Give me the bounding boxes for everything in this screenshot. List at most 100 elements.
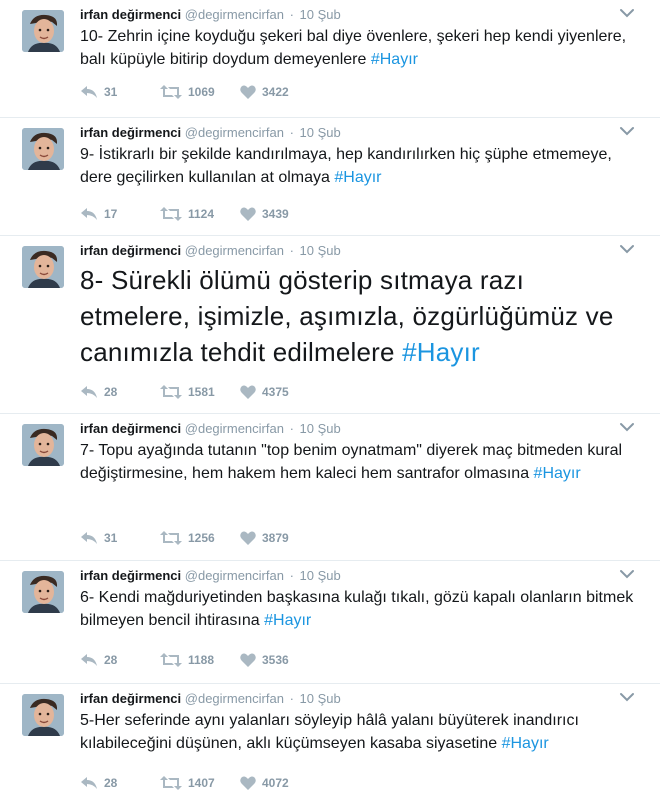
like-button[interactable]: 3439 [240,207,320,221]
separator-dot: · [289,243,294,258]
chevron-down-icon[interactable] [618,240,636,258]
tweet[interactable]: irfan değirmenci @degirmencirfan · 10 Şu… [0,0,660,118]
heart-icon [240,776,256,790]
reply-button[interactable]: 28 [80,776,160,790]
separator-dot: · [289,691,294,706]
like-button[interactable]: 3879 [240,531,320,545]
hashtag-link[interactable]: #Hayır [502,735,549,752]
tweet-text: 7- Topu ayağında tutanın "top benim oyna… [80,439,636,485]
tweet-actions: 31 1256 3879 [80,528,320,548]
retweet-count: 1407 [188,776,215,790]
reply-count: 17 [104,207,118,221]
like-count: 3422 [262,85,289,99]
separator-dot: · [289,568,294,583]
tweet-text: 6- Kendi mağduriyetinden başkasına kulağ… [80,586,636,632]
tweet[interactable]: irfan değirmenci @degirmencirfan · 10 Şu… [0,414,660,561]
reply-icon [81,777,97,789]
avatar[interactable] [22,10,64,52]
author-handle[interactable]: @degirmencirfan [185,7,284,22]
retweet-icon [160,207,182,221]
retweet-icon [160,776,182,790]
tweet-date[interactable]: 10 Şub [300,7,341,22]
avatar[interactable] [22,424,64,466]
like-count: 4375 [262,385,289,399]
like-button[interactable]: 3422 [240,85,320,99]
tweet-header: irfan değirmenci @degirmencirfan · 10 Şu… [80,125,620,141]
heart-icon [240,207,256,221]
author-handle[interactable]: @degirmencirfan [185,421,284,436]
chevron-down-icon[interactable] [618,418,636,436]
retweet-count: 1188 [188,653,215,667]
retweet-button[interactable]: 1188 [160,653,240,667]
retweet-count: 1581 [188,385,215,399]
tweet-actions: 28 1581 4375 [80,382,320,402]
chevron-down-icon[interactable] [618,565,636,583]
reply-button[interactable]: 17 [80,207,160,221]
avatar-image [22,246,64,288]
tweet-header: irfan değirmenci @degirmencirfan · 10 Şu… [80,421,620,437]
like-button[interactable]: 4375 [240,385,320,399]
tweet-header: irfan değirmenci @degirmencirfan · 10 Şu… [80,243,620,259]
reply-count: 28 [104,776,118,790]
tweet[interactable]: irfan değirmenci @degirmencirfan · 10 Şu… [0,561,660,684]
retweet-count: 1069 [188,85,215,99]
reply-button[interactable]: 31 [80,531,160,545]
tweet-date[interactable]: 10 Şub [300,568,341,583]
tweet-date[interactable]: 10 Şub [300,421,341,436]
hashtag-link[interactable]: #Hayır [334,169,381,186]
reply-button[interactable]: 28 [80,385,160,399]
like-count: 3879 [262,531,289,545]
hashtag-link[interactable]: #Hayır [534,465,581,482]
hashtag-link[interactable]: #Hayır [402,337,480,367]
retweet-button[interactable]: 1124 [160,207,240,221]
author-name[interactable]: irfan değirmenci [80,7,181,22]
like-count: 4072 [262,776,289,790]
author-name[interactable]: irfan değirmenci [80,125,181,140]
reply-icon [81,532,97,544]
tweet-text: 8- Sürekli ölümü gösterip sıtmaya razı e… [80,262,636,370]
retweet-button[interactable]: 1407 [160,776,240,790]
tweet-text: 5-Her seferinde aynı yalanları söyleyip … [80,709,636,755]
author-name[interactable]: irfan değirmenci [80,243,181,258]
author-handle[interactable]: @degirmencirfan [185,691,284,706]
chevron-down-icon[interactable] [618,122,636,140]
chevron-down-icon[interactable] [618,4,636,22]
author-name[interactable]: irfan değirmenci [80,691,181,706]
avatar-image [22,424,64,466]
hashtag-link[interactable]: #Hayır [264,612,311,629]
retweet-button[interactable]: 1581 [160,385,240,399]
author-name[interactable]: irfan değirmenci [80,568,181,583]
tweet-text: 9- İstikrarlı bir şekilde kandırılmaya, … [80,143,636,189]
tweet[interactable]: irfan değirmenci @degirmencirfan · 10 Şu… [0,118,660,236]
hashtag-link[interactable]: #Hayır [371,51,418,68]
reply-icon [81,86,97,98]
avatar[interactable] [22,571,64,613]
author-handle[interactable]: @degirmencirfan [185,125,284,140]
reply-count: 28 [104,653,118,667]
avatar[interactable] [22,246,64,288]
tweet-date[interactable]: 10 Şub [300,243,341,258]
like-button[interactable]: 3536 [240,653,320,667]
tweet[interactable]: irfan değirmenci @degirmencirfan · 10 Şu… [0,236,660,414]
heart-icon [240,531,256,545]
author-handle[interactable]: @degirmencirfan [185,243,284,258]
avatar[interactable] [22,128,64,170]
retweet-icon [160,85,182,99]
tweet[interactable]: irfan değirmenci @degirmencirfan · 10 Şu… [0,684,660,790]
retweet-button[interactable]: 1069 [160,85,240,99]
tweet-date[interactable]: 10 Şub [300,691,341,706]
retweet-button[interactable]: 1256 [160,531,240,545]
tweet-header: irfan değirmenci @degirmencirfan · 10 Şu… [80,691,620,707]
like-button[interactable]: 4072 [240,776,320,790]
reply-button[interactable]: 31 [80,85,160,99]
like-count: 3439 [262,207,289,221]
tweet-date[interactable]: 10 Şub [300,125,341,140]
author-handle[interactable]: @degirmencirfan [185,568,284,583]
chevron-down-icon[interactable] [618,688,636,706]
avatar-image [22,10,64,52]
author-name[interactable]: irfan değirmenci [80,421,181,436]
heart-icon [240,653,256,667]
reply-button[interactable]: 28 [80,653,160,667]
reply-icon [81,386,97,398]
avatar[interactable] [22,694,64,736]
